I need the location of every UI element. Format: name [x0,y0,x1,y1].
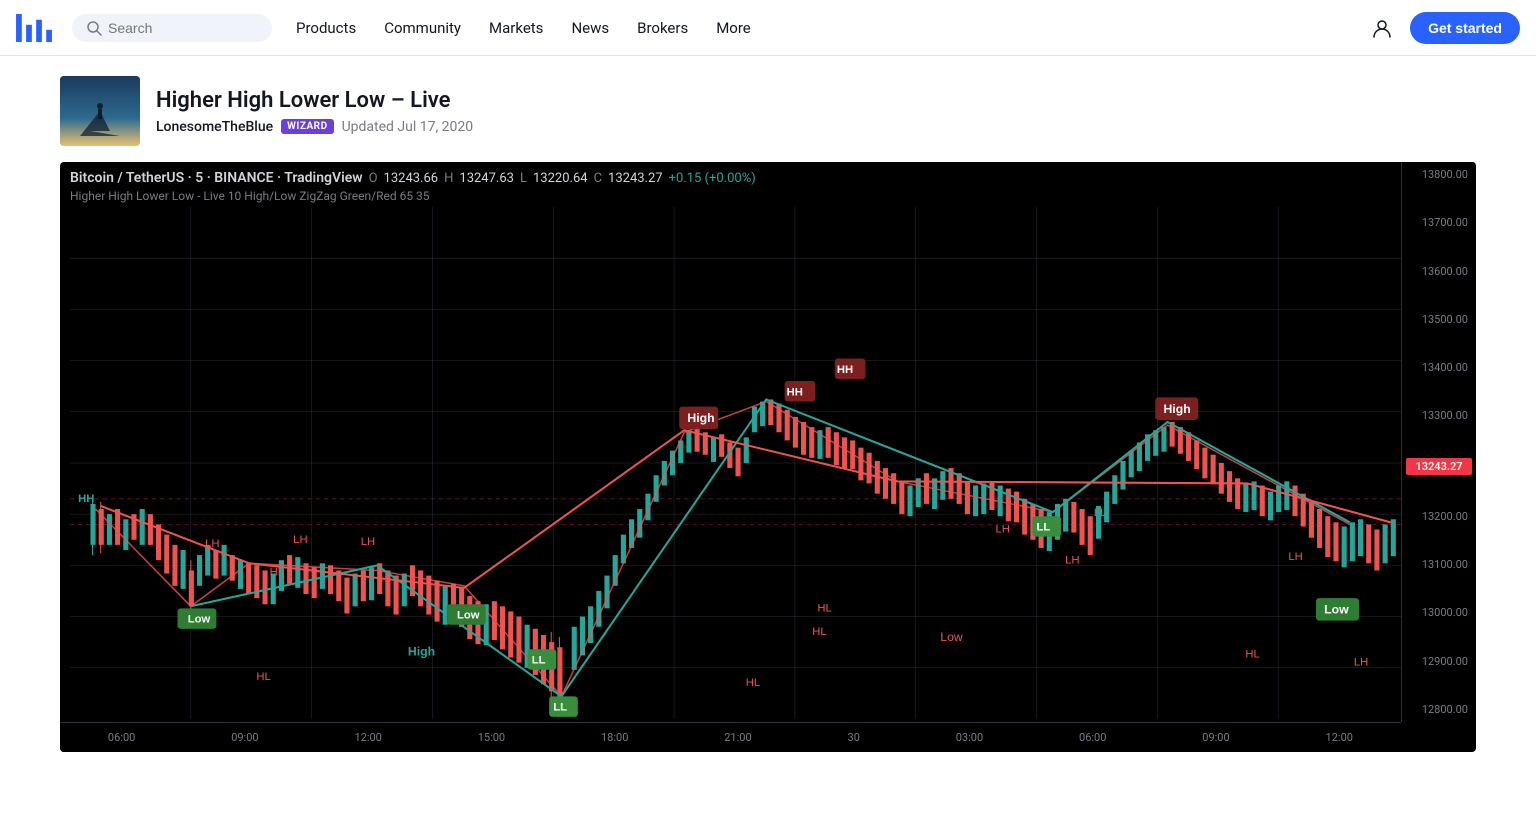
low-value: 13220.64 [533,171,588,186]
time-label-1200b: 12:00 [1326,731,1353,744]
close-label: C [594,171,602,186]
price-label-13000: 13000.00 [1406,606,1472,619]
svg-text:LH: LH [293,534,307,546]
svg-text:HL: HL [746,677,760,689]
chart-header: Higher High Lower Low – Live LonesomeThe… [60,76,1476,146]
svg-text:LH: LH [361,536,375,548]
nav-item-markets[interactable]: Markets [477,11,555,45]
price-label-13400: 13400.00 [1406,361,1472,374]
high-value: 13247.63 [459,171,514,186]
time-label-0900b: 09:00 [1202,731,1229,744]
open-value: 13243.66 [384,171,439,186]
open-label: O [369,171,378,186]
chart-container: Bitcoin / TetherUS · 5 · BINANCE · Tradi… [60,162,1476,752]
nav-links: Products Community Markets News Brokers … [284,11,1366,45]
nav-item-more[interactable]: More [704,11,763,45]
author-name: LonesomeTheBlue [156,119,273,135]
time-label-0300: 03:00 [956,731,983,744]
svg-text:HL: HL [812,626,826,638]
updated-date: Updated Jul 17, 2020 [342,119,474,135]
nav-item-brokers[interactable]: Brokers [625,11,700,45]
price-label-13500: 13500.00 [1406,313,1472,326]
low-label: L [520,171,527,186]
svg-text:HH: HH [787,386,803,398]
chart-title: Higher High Lower Low – Live [156,88,473,113]
nav-actions: Get started [1366,12,1520,44]
time-label-0900: 09:00 [231,731,258,744]
svg-text:LH: LH [1354,657,1368,669]
svg-text:LH: LH [205,538,219,550]
svg-text:HH: HH [78,493,94,505]
chart-info-bar: Bitcoin / TetherUS · 5 · BINANCE · Tradi… [70,170,1426,203]
symbol-name: Bitcoin / TetherUS · 5 · BINANCE · Tradi… [70,170,363,186]
svg-text:High: High [408,644,435,658]
change-value: +0.15 (+0.00%) [669,171,756,186]
svg-text:Low: Low [457,610,480,622]
price-axis: 13800.00 13700.00 13600.00 13500.00 1340… [1401,162,1476,722]
get-started-button[interactable]: Get started [1410,12,1520,44]
wizard-badge: WIZARD [281,119,333,134]
price-label-13600: 13600.00 [1406,265,1472,278]
search-icon [86,20,102,36]
price-label-12800: 12800.00 [1406,703,1472,716]
svg-text:HL: HL [817,602,831,614]
svg-text:LL: LL [553,702,567,714]
main-content: Higher High Lower Low – Live LonesomeThe… [0,56,1536,772]
svg-text:HL: HL [256,671,270,683]
chart-symbol-line: Bitcoin / TetherUS · 5 · BINANCE · Tradi… [70,170,1426,186]
time-label-0600b: 06:00 [1079,731,1106,744]
high-label: H [444,171,453,186]
chart-svg: HH LH LH LH LH HL HL HL HL HL HL HL Low … [70,207,1401,719]
price-label-12900: 12900.00 [1406,655,1472,668]
close-value: 13243.27 [608,171,663,186]
time-label-2100: 21:00 [724,731,751,744]
svg-text:LL: LL [1094,507,1107,519]
svg-text:Low: Low [940,630,963,644]
time-axis: 06:00 09:00 12:00 15:00 18:00 21:00 30 0… [60,722,1401,752]
chart-indicator-line: Higher High Lower Low - Live 10 High/Low… [70,189,1426,203]
time-label-0600: 06:00 [108,731,135,744]
logo[interactable] [16,14,52,42]
svg-text:LH: LH [1288,551,1302,563]
price-label-13300: 13300.00 [1406,409,1472,422]
search-bar[interactable] [72,14,272,42]
chart-author-row: LonesomeTheBlue WIZARD Updated Jul 17, 2… [156,119,473,135]
time-label-1800: 18:00 [601,731,628,744]
svg-text:Low: Low [188,614,211,626]
nav-item-products[interactable]: Products [284,11,368,45]
price-label-13700: 13700.00 [1406,216,1472,229]
time-label-1500: 15:00 [478,731,505,744]
svg-text:LL: LL [1036,522,1050,534]
svg-text:LL: LL [532,655,546,667]
price-label-13100: 13100.00 [1406,558,1472,571]
price-label-13200: 13200.00 [1406,510,1472,523]
svg-text:HL: HL [270,567,284,579]
chart-thumbnail [60,76,140,146]
navbar: Products Community Markets News Brokers … [0,0,1536,56]
svg-text:High: High [1163,402,1190,416]
svg-text:LH: LH [1065,554,1079,566]
time-label-30: 30 [848,731,860,744]
svg-text:LH: LH [996,524,1010,536]
svg-text:HH: HH [837,364,853,376]
nav-item-community[interactable]: Community [372,11,473,45]
search-input[interactable] [108,20,258,36]
svg-text:High: High [687,411,714,425]
svg-text:HL: HL [1245,648,1259,660]
chart-meta: Higher High Lower Low – Live LonesomeThe… [156,88,473,135]
user-profile-button[interactable] [1366,12,1398,44]
nav-item-news[interactable]: News [559,11,621,45]
time-label-1200: 12:00 [354,731,381,744]
price-label-current: 13243.27 [1406,458,1472,475]
svg-text:Low: Low [1324,602,1349,616]
